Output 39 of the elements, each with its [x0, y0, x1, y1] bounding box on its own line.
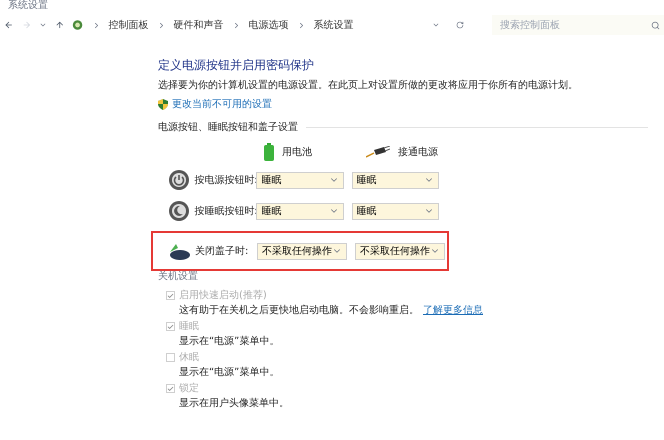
option-description: 这有助于在关机之后更快地启动电脑。不会影响重启。 [179, 304, 419, 318]
battery-action-dropdown[interactable]: 睡眠 [256, 172, 344, 188]
check-icon [167, 292, 174, 300]
control-panel-icon [72, 18, 84, 32]
change-settings-link[interactable]: 更改当前不可用的设置 [172, 97, 272, 112]
option-description: 显示在“电源”菜单中。 [179, 366, 280, 380]
option-label: 睡眠 [179, 320, 199, 334]
option-description: 显示在用户头像菜单中。 [179, 396, 289, 411]
shield-icon [158, 99, 168, 110]
section-title: 电源按钮、睡眠按钮和盖子设置 [158, 120, 298, 135]
search-field[interactable]: 搜索控制面板 [492, 15, 664, 35]
breadcrumb-item[interactable]: 硬件和声音 [170, 18, 228, 32]
plugged-in-action-dropdown[interactable]: 睡眠 [352, 202, 439, 220]
sleep-button-icon [168, 200, 190, 222]
breadcrumb-item[interactable]: 控制面板 [104, 18, 153, 32]
check-icon [167, 322, 174, 330]
option-label: 启用快速启动(推荐) [179, 288, 267, 303]
column-header: 用电池 [282, 146, 312, 160]
page-description: 选择要为你的计算机设置的电源设置。在此页上对设置所做的更改将应用于你所有的电源计划。 [158, 78, 579, 93]
back-icon[interactable] [4, 19, 14, 31]
option-label: 锁定 [179, 382, 199, 396]
check-icon [167, 384, 174, 392]
power-button-icon [168, 169, 190, 191]
column-header: 接通电源 [398, 146, 438, 160]
refresh-icon[interactable] [456, 20, 464, 30]
power-plug-icon [366, 146, 390, 158]
option-label: 休眠 [179, 351, 199, 365]
battery-action-dropdown[interactable]: 不采取任何操作 [257, 242, 347, 260]
plugged-in-action-dropdown[interactable]: 不采取任何操作 [355, 242, 445, 260]
breadcrumb-item[interactable]: 电源选项 [244, 18, 293, 32]
page-heading: 定义电源按钮并启用密码保护 [158, 57, 315, 74]
battery-action-dropdown[interactable]: 睡眠 [256, 202, 344, 220]
breadcrumb-item[interactable]: 系统设置 [310, 18, 358, 32]
battery-icon [264, 143, 274, 161]
row-label: 关闭盖子时: [195, 244, 250, 258]
plugged-in-action-dropdown[interactable]: 睡眠 [352, 172, 439, 188]
up-icon[interactable] [54, 19, 64, 31]
option-description: 显示在“电源”菜单中。 [179, 334, 280, 349]
section-title: 关机设置 [158, 270, 199, 284]
